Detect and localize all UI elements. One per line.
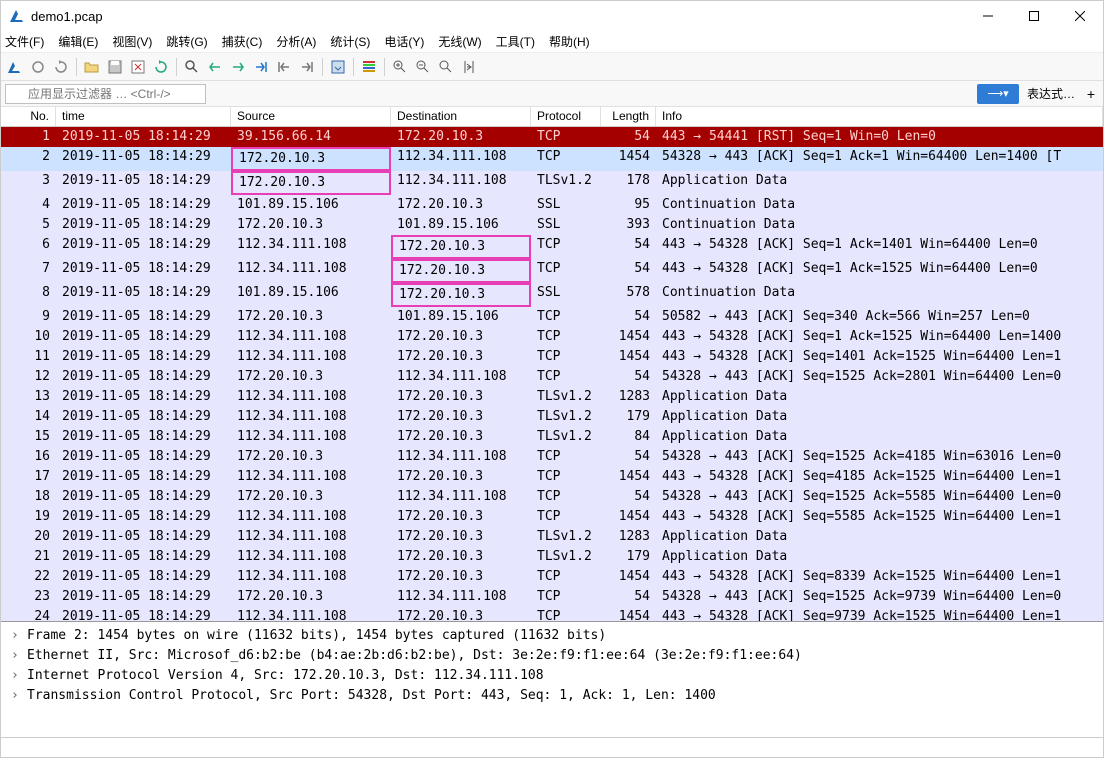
packet-row[interactable]: 12019-11-05 18:14:2939.156.66.14172.20.1… [1, 127, 1103, 147]
packet-row[interactable]: 172019-11-05 18:14:29112.34.111.108172.2… [1, 467, 1103, 487]
filterbar: ⟶▾ 表达式… + [1, 81, 1103, 107]
save-icon[interactable] [105, 57, 125, 77]
zoom-in-icon[interactable] [390, 57, 410, 77]
menubar: 文件(F) 编辑(E) 视图(V) 跳转(G) 捕获(C) 分析(A) 统计(S… [1, 31, 1103, 53]
bytes-pane-placeholder [1, 737, 1103, 757]
detail-frame[interactable]: Frame 2: 1454 bytes on wire (11632 bits)… [11, 626, 1093, 646]
detail-ethernet[interactable]: Ethernet II, Src: Microsof_d6:b2:be (b4:… [11, 646, 1093, 666]
packet-row[interactable]: 132019-11-05 18:14:29112.34.111.108172.2… [1, 387, 1103, 407]
menu-telephony[interactable]: 电话(Y) [384, 33, 424, 50]
toolbar-separator [322, 58, 323, 76]
menu-wireless[interactable]: 无线(W) [438, 33, 481, 50]
col-protocol[interactable]: Protocol [531, 107, 601, 126]
packet-row[interactable]: 52019-11-05 18:14:29172.20.10.3101.89.15… [1, 215, 1103, 235]
app-icon [9, 8, 25, 24]
window-title: demo1.pcap [31, 9, 965, 24]
open-icon[interactable] [82, 57, 102, 77]
col-source[interactable]: Source [231, 107, 391, 126]
detail-tcp[interactable]: Transmission Control Protocol, Src Port:… [11, 686, 1093, 706]
toolbar [1, 53, 1103, 81]
expression-button[interactable]: 表达式… [1023, 85, 1079, 102]
packet-row[interactable]: 122019-11-05 18:14:29172.20.10.3112.34.1… [1, 367, 1103, 387]
apply-filter-button[interactable]: ⟶▾ [977, 84, 1019, 104]
packet-row[interactable]: 62019-11-05 18:14:29112.34.111.108172.20… [1, 235, 1103, 259]
packet-row[interactable]: 232019-11-05 18:14:29172.20.10.3112.34.1… [1, 587, 1103, 607]
packet-row[interactable]: 182019-11-05 18:14:29172.20.10.3112.34.1… [1, 487, 1103, 507]
packet-row[interactable]: 112019-11-05 18:14:29112.34.111.108172.2… [1, 347, 1103, 367]
packet-row[interactable]: 192019-11-05 18:14:29112.34.111.108172.2… [1, 507, 1103, 527]
packet-row[interactable]: 202019-11-05 18:14:29112.34.111.108172.2… [1, 527, 1103, 547]
packet-row[interactable]: 152019-11-05 18:14:29112.34.111.108172.2… [1, 427, 1103, 447]
menu-go[interactable]: 跳转(G) [166, 33, 207, 50]
packet-row[interactable]: 242019-11-05 18:14:29112.34.111.108172.2… [1, 607, 1103, 621]
add-filter-button[interactable]: + [1083, 86, 1099, 102]
menu-tools[interactable]: 工具(T) [496, 33, 535, 50]
menu-file[interactable]: 文件(F) [5, 33, 44, 50]
restart-capture-icon[interactable] [51, 57, 71, 77]
menu-edit[interactable]: 编辑(E) [58, 33, 98, 50]
packet-row[interactable]: 92019-11-05 18:14:29172.20.10.3101.89.15… [1, 307, 1103, 327]
close-file-icon[interactable] [128, 57, 148, 77]
titlebar: demo1.pcap [1, 1, 1103, 31]
menu-analyze[interactable]: 分析(A) [276, 33, 316, 50]
maximize-button[interactable] [1011, 1, 1057, 31]
packet-list-header: No. time Source Destination Protocol Len… [1, 107, 1103, 127]
detail-ip[interactable]: Internet Protocol Version 4, Src: 172.20… [11, 666, 1093, 686]
packet-row[interactable]: 82019-11-05 18:14:29101.89.15.106172.20.… [1, 283, 1103, 307]
packet-row[interactable]: 32019-11-05 18:14:29172.20.10.3112.34.11… [1, 171, 1103, 195]
window-controls [965, 1, 1103, 31]
prev-icon[interactable] [205, 57, 225, 77]
display-filter-input[interactable] [5, 84, 206, 104]
zoom-out-icon[interactable] [413, 57, 433, 77]
col-no[interactable]: No. [1, 107, 56, 126]
first-icon[interactable] [274, 57, 294, 77]
menu-view[interactable]: 视图(V) [112, 33, 152, 50]
packet-details-pane[interactable]: Frame 2: 1454 bytes on wire (11632 bits)… [1, 622, 1103, 737]
start-capture-icon[interactable] [5, 57, 25, 77]
col-length[interactable]: Length [601, 107, 656, 126]
menu-capture[interactable]: 捕获(C) [222, 33, 263, 50]
col-info[interactable]: Info [656, 107, 1103, 126]
col-destination[interactable]: Destination [391, 107, 531, 126]
filter-input-wrap [5, 84, 973, 104]
packet-row[interactable]: 72019-11-05 18:14:29112.34.111.108172.20… [1, 259, 1103, 283]
packet-list-pane: No. time Source Destination Protocol Len… [1, 107, 1103, 622]
minimize-button[interactable] [965, 1, 1011, 31]
toolbar-separator [176, 58, 177, 76]
col-time[interactable]: time [56, 107, 231, 126]
next-icon[interactable] [228, 57, 248, 77]
close-button[interactable] [1057, 1, 1103, 31]
zoom-reset-icon[interactable] [436, 57, 456, 77]
last-icon[interactable] [297, 57, 317, 77]
autoscroll-icon[interactable] [328, 57, 348, 77]
stop-capture-icon[interactable] [28, 57, 48, 77]
arrow-icon: ⟶ [987, 87, 1003, 100]
toolbar-separator [353, 58, 354, 76]
goto-icon[interactable] [251, 57, 271, 77]
toolbar-separator [76, 58, 77, 76]
menu-statistics[interactable]: 统计(S) [330, 33, 370, 50]
packet-row[interactable]: 102019-11-05 18:14:29112.34.111.108172.2… [1, 327, 1103, 347]
menu-help[interactable]: 帮助(H) [549, 33, 590, 50]
packet-row[interactable]: 42019-11-05 18:14:29101.89.15.106172.20.… [1, 195, 1103, 215]
packet-row[interactable]: 142019-11-05 18:14:29112.34.111.108172.2… [1, 407, 1103, 427]
packet-row[interactable]: 162019-11-05 18:14:29172.20.10.3112.34.1… [1, 447, 1103, 467]
packet-row[interactable]: 222019-11-05 18:14:29112.34.111.108172.2… [1, 567, 1103, 587]
packet-row[interactable]: 212019-11-05 18:14:29112.34.111.108172.2… [1, 547, 1103, 567]
packet-row[interactable]: 22019-11-05 18:14:29172.20.10.3112.34.11… [1, 147, 1103, 171]
find-icon[interactable] [182, 57, 202, 77]
toolbar-separator [384, 58, 385, 76]
reload-icon[interactable] [151, 57, 171, 77]
packet-list-body[interactable]: 12019-11-05 18:14:2939.156.66.14172.20.1… [1, 127, 1103, 621]
colorize-icon[interactable] [359, 57, 379, 77]
resize-columns-icon[interactable] [459, 57, 479, 77]
